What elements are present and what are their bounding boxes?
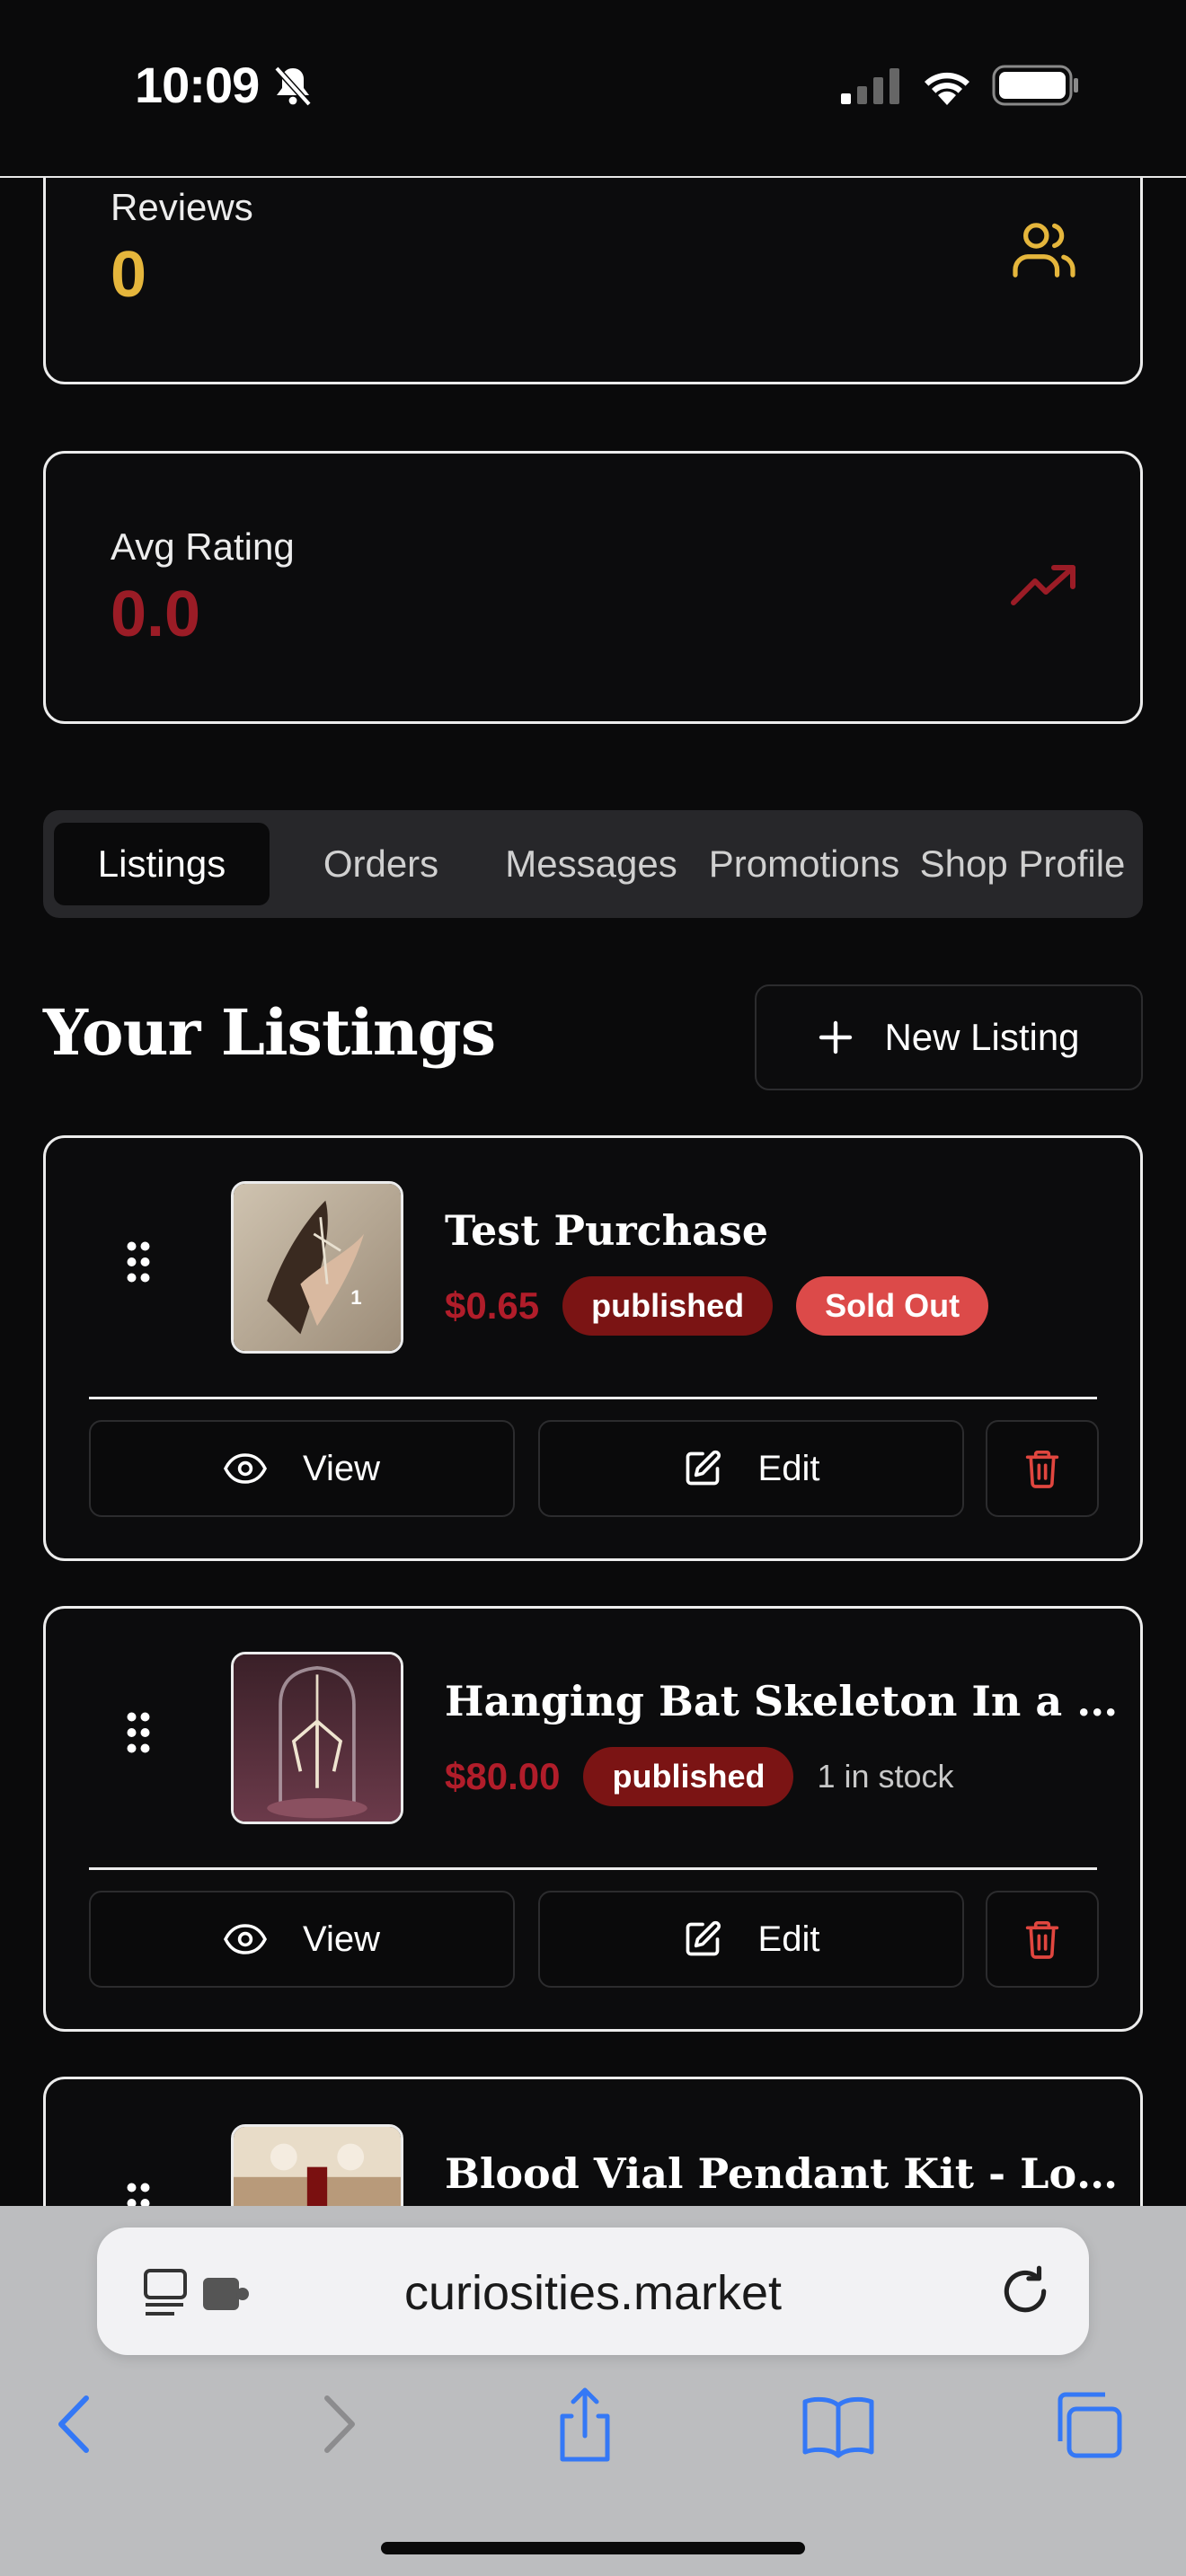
dashboard-tabs: Listings Orders Messages Promotions Shop… [43, 810, 1143, 918]
edit-button[interactable]: Edit [538, 1420, 964, 1517]
listing-title[interactable]: Test Purchase [445, 1206, 768, 1255]
view-button[interactable]: View [89, 1420, 515, 1517]
back-icon[interactable] [36, 2384, 117, 2465]
sold-out-badge: Sold Out [796, 1276, 989, 1336]
listing-thumbnail[interactable] [231, 1652, 403, 1824]
forward-icon[interactable] [296, 2384, 377, 2465]
edit-icon [686, 1450, 721, 1486]
status-badge: published [562, 1276, 774, 1336]
trash-icon [1025, 1451, 1059, 1488]
listing-meta: $0.65 published Sold Out [445, 1276, 989, 1336]
listing-price: $0.65 [445, 1284, 540, 1327]
status-bar: 10:09 [0, 0, 1186, 178]
avg-rating-label: Avg Rating [111, 525, 295, 568]
listing-thumbnail[interactable] [231, 2124, 403, 2206]
new-listing-button[interactable]: New Listing [755, 984, 1143, 1090]
drag-handle-icon[interactable] [125, 1239, 152, 1285]
share-icon[interactable] [544, 2384, 625, 2465]
listing-meta: $80.00 published 1 in stock [445, 1747, 954, 1806]
edit-label: Edit [757, 1448, 820, 1488]
edit-button[interactable]: Edit [538, 1891, 964, 1988]
listing-title[interactable]: Blood Vial Pendant Kit - Lover... [445, 2149, 1128, 2198]
edit-icon [686, 1920, 721, 1956]
listing-photo [234, 2127, 401, 2206]
address-bar[interactable]: curiosities.market [97, 2228, 1089, 2355]
stock-count: 1 in stock [817, 1758, 954, 1795]
bell-slash-icon [274, 66, 312, 106]
reviews-label: Reviews [111, 186, 253, 228]
card-divider [89, 1867, 1097, 1870]
tab-messages[interactable]: Messages [489, 823, 694, 905]
reload-icon[interactable] [997, 2263, 1053, 2319]
listing-title[interactable]: Hanging Bat Skeleton In a Glas... [445, 1677, 1128, 1725]
trending-up-icon [1011, 565, 1075, 605]
your-listings-heading: Your Listings [43, 995, 496, 1070]
drag-handle-icon[interactable] [125, 2180, 152, 2206]
card-divider [89, 1397, 1097, 1399]
eye-icon [224, 1453, 267, 1484]
status-badge: published [583, 1747, 794, 1806]
delete-button[interactable] [986, 1420, 1099, 1517]
listing-card: 1 Test Purchase $0.65 published Sold Out… [43, 1135, 1143, 1561]
users-icon [1013, 223, 1075, 278]
listing-card: Hanging Bat Skeleton In a Glas... $80.00… [43, 1606, 1143, 2032]
url-text: curiosities.market [403, 2266, 783, 2320]
delete-button[interactable] [986, 1891, 1099, 1988]
view-label: View [303, 1919, 380, 1959]
battery-icon [992, 65, 1078, 106]
edit-label: Edit [757, 1919, 820, 1959]
tabs-icon[interactable] [1048, 2384, 1128, 2465]
view-label: View [303, 1448, 380, 1488]
plus-icon [819, 1020, 853, 1054]
tab-shop-profile[interactable]: Shop Profile [907, 823, 1137, 905]
drag-handle-icon[interactable] [125, 1709, 152, 1756]
avg-rating-value: 0.0 [111, 578, 201, 650]
listing-card: Blood Vial Pendant Kit - Lover... [43, 2077, 1143, 2206]
new-listing-label: New Listing [884, 1016, 1080, 1058]
tab-orders[interactable]: Orders [280, 823, 482, 905]
reviews-value: 0 [111, 239, 147, 311]
dashboard-content: Reviews 0 Avg Rating 0.0 Listings Orders… [0, 0, 1186, 2206]
trash-icon [1025, 1920, 1059, 1959]
listing-thumbnail[interactable]: 1 [231, 1181, 403, 1354]
home-indicator [381, 2542, 805, 2554]
bookmarks-icon[interactable] [798, 2384, 879, 2465]
avg-rating-stat-card: Avg Rating 0.0 [43, 451, 1143, 724]
cellular-signal-icon [841, 68, 899, 104]
svg-text:1: 1 [350, 1286, 361, 1309]
listing-photo [234, 1654, 401, 1822]
listing-price: $80.00 [445, 1755, 561, 1797]
eye-icon [224, 1924, 267, 1954]
wifi-icon [925, 72, 969, 105]
view-button[interactable]: View [89, 1891, 515, 1988]
safari-toolbar: curiosities.market [0, 2206, 1186, 2576]
tab-listings[interactable]: Listings [54, 823, 270, 905]
listing-photo: 1 [234, 1184, 401, 1351]
tab-promotions[interactable]: Promotions [703, 823, 906, 905]
status-time: 10:09 [135, 57, 260, 113]
